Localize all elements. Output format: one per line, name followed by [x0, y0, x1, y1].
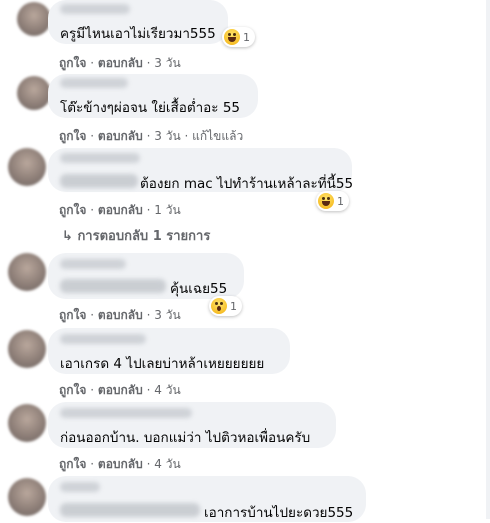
comment-actions: ถูกใจ · ตอบกลับ · 4 วัน	[59, 383, 181, 397]
tagged-name-redacted[interactable]	[60, 174, 138, 188]
comment-actions: ถูกใจ · ตอบกลับ · 3 วัน	[59, 308, 181, 322]
edited-label[interactable]: แก้ไขแล้ว	[192, 129, 243, 143]
avatar[interactable]	[17, 76, 51, 110]
avatar[interactable]	[8, 404, 46, 442]
like-link[interactable]: ถูกใจ	[59, 56, 86, 70]
tagged-name-redacted[interactable]	[60, 279, 166, 293]
comment-text: เอาเกรด 4 ไปเลยบ่าหล้าเหยยยยยย	[60, 356, 265, 372]
comment-text: โต๊ะข้างๆผ่อจน ใย่เสื้อต่ำอะ 55	[60, 100, 241, 116]
reply-link[interactable]: ตอบกลับ	[98, 56, 143, 70]
comment-actions: ถูกใจ · ตอบกลับ · 3 วัน	[59, 56, 181, 70]
comment-bubble: เอาการบ้านไปยะดวย555	[48, 476, 366, 522]
comment-text: ก่อนออกบ้าน. บอกแม่ว่า ไปติวหอเพื่อนครับ	[60, 430, 311, 446]
commenter-name-redacted[interactable]	[60, 334, 146, 344]
comment-actions: ถูกใจ · ตอบกลับ · 3 วัน · แก้ไขแล้ว	[59, 129, 244, 143]
wow-emoji-icon	[211, 298, 227, 314]
like-link[interactable]: ถูกใจ	[59, 203, 86, 217]
reply-link[interactable]: ตอบกลับ	[98, 457, 143, 471]
like-link[interactable]: ถูกใจ	[59, 457, 86, 471]
commenter-name-redacted[interactable]	[60, 259, 126, 269]
comment-text: เอาการบ้านไปยะดวย555	[204, 505, 354, 521]
comment-actions: ถูกใจ · ตอบกลับ · 4 วัน	[59, 457, 181, 471]
timestamp[interactable]: 3 วัน	[154, 56, 180, 70]
reaction-badge[interactable]: 1	[222, 27, 255, 47]
reply-link[interactable]: ตอบกลับ	[98, 383, 143, 397]
comment-actions: ถูกใจ · ตอบกลับ · 1 วัน	[59, 203, 181, 217]
comment-bubble: โต๊ะข้างๆผ่อจน ใย่เสื้อต่ำอะ 55	[48, 74, 258, 118]
timestamp[interactable]: 1 วัน	[154, 203, 180, 217]
avatar[interactable]	[17, 2, 51, 36]
reaction-count: 1	[337, 194, 344, 208]
reaction-count: 1	[230, 299, 237, 313]
view-replies-link[interactable]: ↳ การตอบกลับ 1 รายการ	[62, 225, 210, 246]
comment-bubble: ครูมีไหนเอาไม่เรียวมา555	[48, 0, 228, 44]
timestamp[interactable]: 4 วัน	[154, 383, 180, 397]
haha-emoji-icon	[318, 193, 334, 209]
reply-arrow-icon: ↳	[62, 229, 73, 244]
reply-link[interactable]: ตอบกลับ	[98, 129, 143, 143]
commenter-name-redacted[interactable]	[60, 4, 130, 14]
comment-bubble: ก่อนออกบ้าน. บอกแม่ว่า ไปติวหอเพื่อนครับ	[48, 402, 336, 448]
reply-link[interactable]: ตอบกลับ	[98, 308, 143, 322]
like-link[interactable]: ถูกใจ	[59, 129, 86, 143]
timestamp[interactable]: 4 วัน	[154, 457, 180, 471]
comment-text: ต้องยก mac ไปทำร้านเหล้าละที่นี้55	[140, 176, 354, 192]
reaction-count: 1	[243, 30, 250, 44]
tagged-name-redacted[interactable]	[60, 503, 200, 517]
haha-emoji-icon	[224, 29, 240, 45]
avatar[interactable]	[8, 148, 46, 186]
like-link[interactable]: ถูกใจ	[59, 308, 86, 322]
avatar[interactable]	[8, 330, 46, 368]
commenter-name-redacted[interactable]	[60, 482, 100, 492]
reaction-badge[interactable]: 1	[316, 191, 349, 211]
commenter-name-redacted[interactable]	[60, 153, 140, 163]
comment-text: ครูมีไหนเอาไม่เรียวมา555	[60, 26, 216, 42]
timestamp[interactable]: 3 วัน	[154, 308, 180, 322]
like-link[interactable]: ถูกใจ	[59, 383, 86, 397]
comment-bubble: คุ้นเฉย55	[48, 253, 244, 299]
avatar[interactable]	[8, 253, 46, 291]
commenter-name-redacted[interactable]	[60, 78, 128, 88]
comment-bubble: ต้องยก mac ไปทำร้านเหล้าละที่นี้55	[48, 148, 354, 192]
commenter-name-redacted[interactable]	[60, 408, 192, 418]
reaction-badge[interactable]: 1	[209, 296, 242, 316]
timestamp[interactable]: 3 วัน	[154, 129, 180, 143]
avatar[interactable]	[8, 478, 46, 516]
scrollbar-track[interactable]	[486, 0, 490, 519]
comment-bubble: เอาเกรด 4 ไปเลยบ่าหล้าเหยยยยยย	[48, 328, 290, 374]
reply-link[interactable]: ตอบกลับ	[98, 203, 143, 217]
